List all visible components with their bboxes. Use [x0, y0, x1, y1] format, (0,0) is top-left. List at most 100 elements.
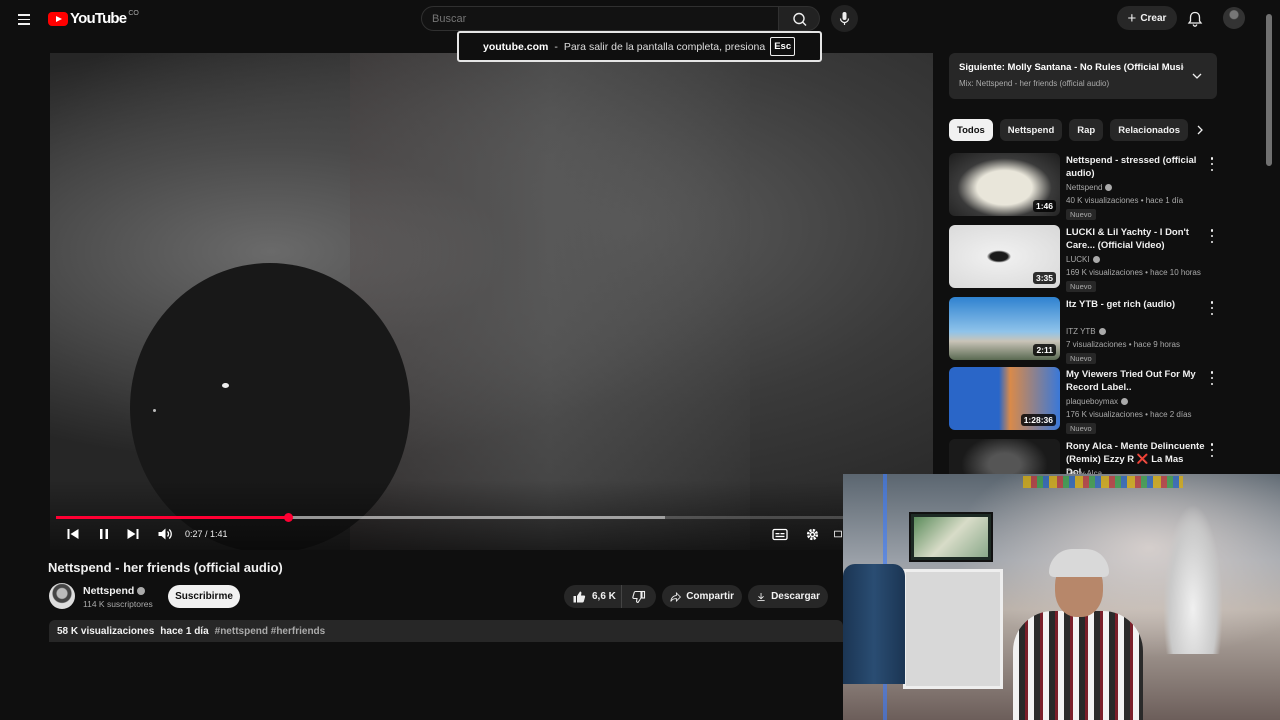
miniplayer-icon — [834, 530, 842, 538]
volume-button[interactable] — [156, 525, 174, 543]
volume-icon — [158, 528, 172, 540]
recommendation-item[interactable]: 3:35 LUCKI & Lil Yachty - I Don't Care..… — [949, 225, 1269, 292]
video-frame-highlight-small — [153, 409, 156, 412]
share-label: Compartir — [686, 591, 734, 602]
chip-rap[interactable]: Rap — [1069, 119, 1104, 141]
search-input[interactable] — [422, 7, 778, 30]
voice-search-button[interactable] — [831, 5, 858, 32]
download-label: Descargar — [771, 591, 820, 602]
string-lights — [1023, 476, 1183, 488]
view-count: 58 K visualizaciones — [57, 625, 155, 637]
skip-previous-icon — [67, 529, 79, 539]
account-avatar[interactable] — [1223, 7, 1245, 29]
video-thumbnail[interactable]: 2:11 — [949, 297, 1060, 360]
channel-avatar[interactable] — [49, 583, 75, 609]
chip-todos[interactable]: Todos — [949, 119, 993, 141]
monitor-screen — [914, 517, 988, 557]
recommendation-title[interactable]: LUCKI & Lil Yachty - I Don't Care... (Of… — [1066, 226, 1206, 252]
share-icon — [670, 591, 682, 602]
streamer-body — [1013, 611, 1143, 720]
logo-text: YouTube — [70, 10, 127, 27]
chip-nettspend[interactable]: Nettspend — [999, 119, 1063, 141]
recommendation-channel[interactable]: plaqueboymax — [1066, 397, 1118, 406]
search-box — [421, 6, 779, 31]
more-options-icon[interactable] — [1208, 371, 1216, 385]
notifications-button[interactable] — [1185, 9, 1205, 29]
recommendation-item[interactable]: 1:46 Nettspend - stressed (official audi… — [949, 153, 1269, 220]
esc-key-hint: Esc — [770, 37, 796, 56]
chevron-down-icon[interactable] — [1191, 71, 1203, 81]
youtube-logo[interactable]: YouTube CO — [48, 10, 139, 27]
up-next-card[interactable]: Siguiente: Molly Santana - No Rules (Off… — [949, 53, 1217, 99]
previous-button[interactable] — [65, 525, 81, 543]
menu-icon[interactable] — [12, 7, 36, 31]
toast-domain: youtube.com — [483, 40, 549, 53]
recommendation-item[interactable]: 1:28:36 My Viewers Tried Out For My Reco… — [949, 367, 1269, 434]
miniplayer-button[interactable] — [834, 525, 842, 543]
duration-badge: 1:46 — [1032, 200, 1056, 212]
more-options-icon[interactable] — [1208, 301, 1216, 315]
subtitles-button[interactable] — [771, 525, 789, 543]
recommendation-channel[interactable]: LUCKI — [1066, 255, 1090, 264]
recommendation-title[interactable]: Nettspend - stressed (official audio) — [1066, 154, 1206, 180]
settings-button[interactable] — [803, 525, 821, 543]
video-thumbnail[interactable]: 1:28:36 — [949, 367, 1060, 430]
recommendation-channel-row: Nettspend — [1066, 183, 1113, 192]
like-button[interactable]: 6,6 K — [564, 585, 622, 608]
new-badge: Nuevo — [1066, 209, 1096, 220]
recommendation-title[interactable]: My Viewers Tried Out For My Record Label… — [1066, 368, 1206, 394]
download-button[interactable]: Descargar — [748, 585, 828, 608]
progress-bar[interactable] — [56, 513, 926, 522]
video-thumbnail[interactable]: 1:46 — [949, 153, 1060, 216]
more-options-icon[interactable] — [1208, 229, 1216, 243]
webcam-jersey — [843, 564, 905, 684]
new-badge: Nuevo — [1066, 353, 1096, 364]
video-frame-region — [350, 53, 750, 550]
hashtags[interactable]: #nettspend #herfriends — [215, 626, 326, 637]
recommendation-title[interactable]: Itz YTB - get rich (audio) — [1066, 298, 1206, 311]
streamer — [1013, 549, 1143, 720]
duration-badge: 2:11 — [1033, 344, 1056, 356]
thumbs-up-icon — [573, 591, 586, 602]
recommendation-item[interactable]: 2:11 Itz YTB - get rich (audio) ITZ YTB … — [949, 297, 1269, 364]
recommendation-channel-row: LUCKI — [1066, 255, 1100, 264]
verified-icon — [1098, 328, 1106, 336]
chevron-right-icon[interactable] — [1194, 124, 1206, 136]
webcam-shelf — [903, 569, 1003, 689]
recommendation-meta: 40 K visualizaciones • hace 1 día — [1066, 196, 1184, 205]
more-options-icon[interactable] — [1208, 443, 1216, 457]
description-box[interactable]: 58 K visualizaciones hace 1 día #nettspe… — [49, 620, 843, 642]
webcam-overlay — [843, 474, 1280, 720]
like-dislike-group: 6,6 K — [564, 585, 656, 608]
page-scrollbar[interactable] — [1266, 14, 1272, 166]
more-options-icon[interactable] — [1208, 157, 1216, 171]
download-icon — [757, 592, 765, 601]
channel-name-row[interactable]: Nettspend — [83, 585, 146, 597]
recommendation-meta: 176 K visualizaciones • hace 2 días — [1066, 410, 1192, 419]
subscriber-count: 114 K suscriptores — [83, 599, 153, 609]
up-next-subtitle: Mix: Nettspend - her friends (official a… — [959, 79, 1110, 88]
pause-button[interactable] — [96, 525, 112, 543]
duration-badge: 1:28:36 — [1020, 414, 1056, 426]
next-button[interactable] — [125, 525, 141, 543]
video-thumbnail[interactable]: 3:35 — [949, 225, 1060, 288]
microphone-icon — [839, 12, 850, 25]
webcam-monitor — [909, 512, 993, 562]
dislike-button[interactable] — [622, 590, 656, 604]
new-badge: Nuevo — [1066, 281, 1096, 292]
recommendation-channel[interactable]: Nettspend — [1066, 183, 1102, 192]
subscribe-button[interactable]: Suscribirme — [168, 585, 240, 608]
channel-name[interactable]: Nettspend — [83, 585, 134, 597]
toast-message: Para salir de la pantalla completa, pres… — [563, 40, 766, 53]
video-player[interactable]: 0:27 / 1:41 — [50, 53, 933, 550]
create-button[interactable]: + Crear — [1117, 6, 1177, 30]
toast-separator: - — [554, 40, 558, 53]
webcam-tree — [1163, 504, 1223, 654]
new-badge: Nuevo — [1066, 423, 1096, 434]
fullscreen-exit-toast: youtube.com - Para salir de la pantalla … — [457, 31, 822, 62]
search-button[interactable] — [778, 6, 820, 31]
recommendation-channel[interactable]: ITZ YTB — [1066, 327, 1096, 336]
share-button[interactable]: Compartir — [662, 585, 742, 608]
recommendation-channel-row: plaqueboymax — [1066, 397, 1129, 406]
chip-relacionados[interactable]: Relacionados — [1110, 119, 1188, 141]
